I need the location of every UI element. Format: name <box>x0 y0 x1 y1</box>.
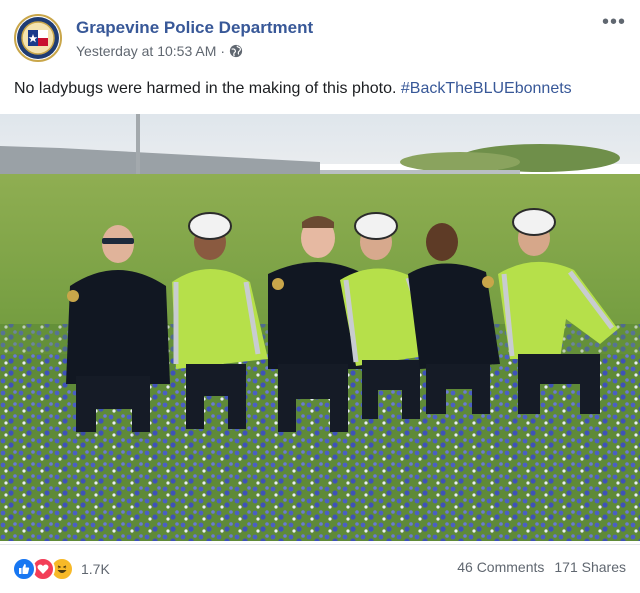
post-header: Grapevine Police Department Yesterday at… <box>0 0 640 72</box>
reactions-summary[interactable]: 1.7K <box>12 557 110 581</box>
engagement-stats: 46 Comments 171 Shares <box>457 559 626 575</box>
meta-separator: · <box>220 43 226 59</box>
caption-hashtag-link[interactable]: #BackTheBLUEbonnets <box>401 80 572 97</box>
like-reaction-icon <box>12 557 36 581</box>
page-name-link[interactable]: Grapevine Police Department <box>76 18 313 38</box>
caption-text: No ladybugs were harmed in the making of… <box>14 80 401 97</box>
comments-count-link[interactable]: 46 Comments <box>457 559 544 575</box>
post-footer: 1.7K 46 Comments 171 Shares <box>0 544 640 593</box>
officers-in-bluebonnets-image <box>0 114 640 541</box>
shares-count-link[interactable]: 171 Shares <box>554 559 626 575</box>
facebook-post: Grapevine Police Department Yesterday at… <box>0 0 640 592</box>
post-meta: Yesterday at 10:53 AM · <box>76 43 243 59</box>
post-timestamp[interactable]: Yesterday at 10:53 AM <box>76 43 216 59</box>
globe-icon[interactable] <box>229 44 243 58</box>
police-badge-logo-icon <box>17 17 59 59</box>
reactions-count: 1.7K <box>81 561 110 577</box>
more-options-icon[interactable]: ••• <box>600 12 628 34</box>
post-photo[interactable] <box>0 114 640 541</box>
post-caption: No ladybugs were harmed in the making of… <box>14 80 572 98</box>
page-avatar[interactable] <box>14 14 62 62</box>
